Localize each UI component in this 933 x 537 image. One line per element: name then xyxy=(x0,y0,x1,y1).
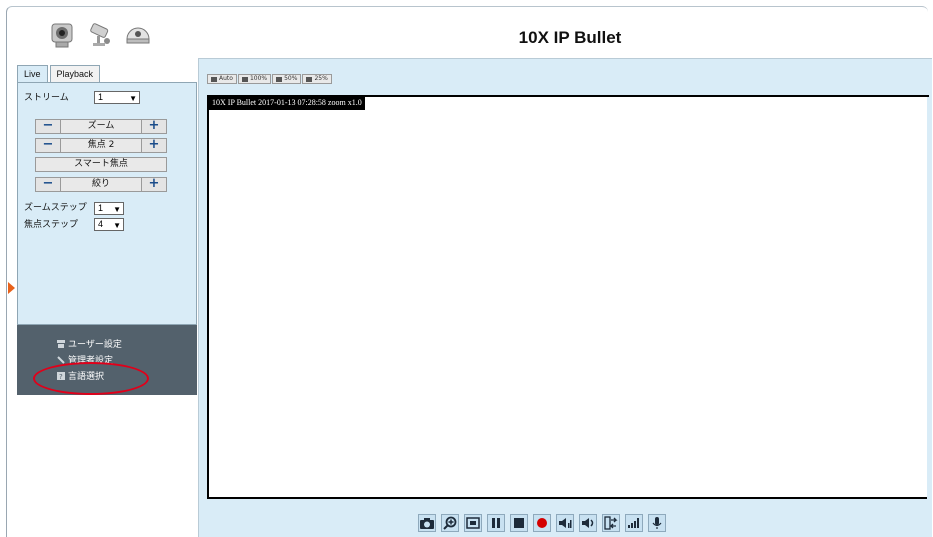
scale-icon xyxy=(306,76,313,82)
wrench-icon xyxy=(57,355,65,364)
stream-switch-icon[interactable] xyxy=(602,514,620,532)
smart-focus-button[interactable]: スマート焦点 xyxy=(35,157,167,172)
zoom-in-button[interactable]: + xyxy=(141,119,167,134)
zoom-out-button[interactable]: − xyxy=(35,119,61,134)
highlight-annotation xyxy=(33,362,149,395)
scale-icon xyxy=(241,76,248,82)
user-icon xyxy=(57,339,65,348)
ptz-control-panel: ストリーム 1 ▼ − ズーム + − 焦点 2 + スマート焦点 − 絞り +… xyxy=(17,82,197,325)
iris-close-button[interactable]: − xyxy=(35,177,61,192)
scale-icon xyxy=(276,76,283,82)
scale-buttons: Auto 100% 50% 25% xyxy=(207,74,332,84)
digital-zoom-icon[interactable] xyxy=(441,514,459,532)
chevron-down-icon: ▼ xyxy=(113,221,121,230)
audio-in-icon[interactable] xyxy=(556,514,574,532)
speaker-icon[interactable] xyxy=(579,514,597,532)
scale-25-label: 25% xyxy=(314,75,328,82)
focus-step-select[interactable]: 4 ▼ xyxy=(94,218,124,231)
iris-control: − 絞り + xyxy=(35,177,167,192)
volume-level-icon[interactable] xyxy=(625,514,643,532)
chevron-down-icon: ▼ xyxy=(113,205,121,214)
page-title: 10X IP Bullet xyxy=(518,28,622,47)
tab-live[interactable]: Live xyxy=(17,65,48,83)
scale-50-button[interactable]: 50% xyxy=(272,74,302,84)
scale-100-label: 100% xyxy=(249,75,268,82)
focus-step-label: 焦点ステップ xyxy=(24,220,79,230)
camera-bullet-icon[interactable] xyxy=(86,20,114,50)
stream-select[interactable]: 1 ▼ xyxy=(94,91,140,104)
scale-auto-label: Auto xyxy=(219,75,233,82)
zoom-control: − ズーム + xyxy=(35,119,167,134)
menu-user-settings[interactable]: ユーザー設定 xyxy=(57,337,122,350)
focus-far-button[interactable]: + xyxy=(141,138,167,153)
scale-25-button[interactable]: 25% xyxy=(302,74,332,84)
microphone-icon[interactable] xyxy=(648,514,666,532)
focus-label: 焦点 2 xyxy=(61,138,141,153)
stream-select-value: 1 xyxy=(98,92,104,102)
tab-bar: Live Playback xyxy=(17,65,101,83)
video-display[interactable]: 10X IP Bullet 2017-01-13 07:28:58 zoom x… xyxy=(207,95,929,499)
tab-playback[interactable]: Playback xyxy=(49,65,101,83)
focus-near-button[interactable]: − xyxy=(35,138,61,153)
video-osd-text: 10X IP Bullet 2017-01-13 07:28:58 zoom x… xyxy=(209,95,365,110)
iris-open-button[interactable]: + xyxy=(141,177,167,192)
playback-toolbar xyxy=(418,514,666,532)
camera-icons xyxy=(48,20,152,50)
focus-control: − 焦点 2 + xyxy=(35,138,167,153)
iris-label: 絞り xyxy=(61,177,141,192)
camera-speed-dome-icon[interactable] xyxy=(124,20,152,50)
zoom-label: ズーム xyxy=(61,119,141,134)
scale-50-label: 50% xyxy=(284,75,298,82)
zoom-step-value: 1 xyxy=(98,203,104,213)
left-panel: Live Playback ストリーム 1 ▼ − ズーム + − 焦点 2 +… xyxy=(17,65,197,395)
zoom-step-select[interactable]: 1 ▼ xyxy=(94,202,124,215)
scale-100-button[interactable]: 100% xyxy=(237,74,272,84)
focus-step-value: 4 xyxy=(98,219,104,229)
stop-icon[interactable] xyxy=(510,514,528,532)
collapse-arrow-icon[interactable] xyxy=(8,282,15,294)
scale-icon xyxy=(211,76,217,82)
stream-label: ストリーム xyxy=(24,93,69,103)
chevron-down-icon: ▼ xyxy=(129,94,137,103)
snapshot-icon[interactable] xyxy=(418,514,436,532)
camera-dome-icon[interactable] xyxy=(48,20,76,50)
video-viewer: Auto 100% 50% 25% 10X IP Bullet 2017-01-… xyxy=(198,58,932,537)
record-icon[interactable] xyxy=(533,514,551,532)
user-settings-label: ユーザー設定 xyxy=(68,340,122,350)
zoom-step-label: ズームステップ xyxy=(24,203,87,213)
scale-auto-button[interactable]: Auto xyxy=(207,74,237,84)
fit-window-icon[interactable] xyxy=(464,514,482,532)
pause-icon[interactable] xyxy=(487,514,505,532)
